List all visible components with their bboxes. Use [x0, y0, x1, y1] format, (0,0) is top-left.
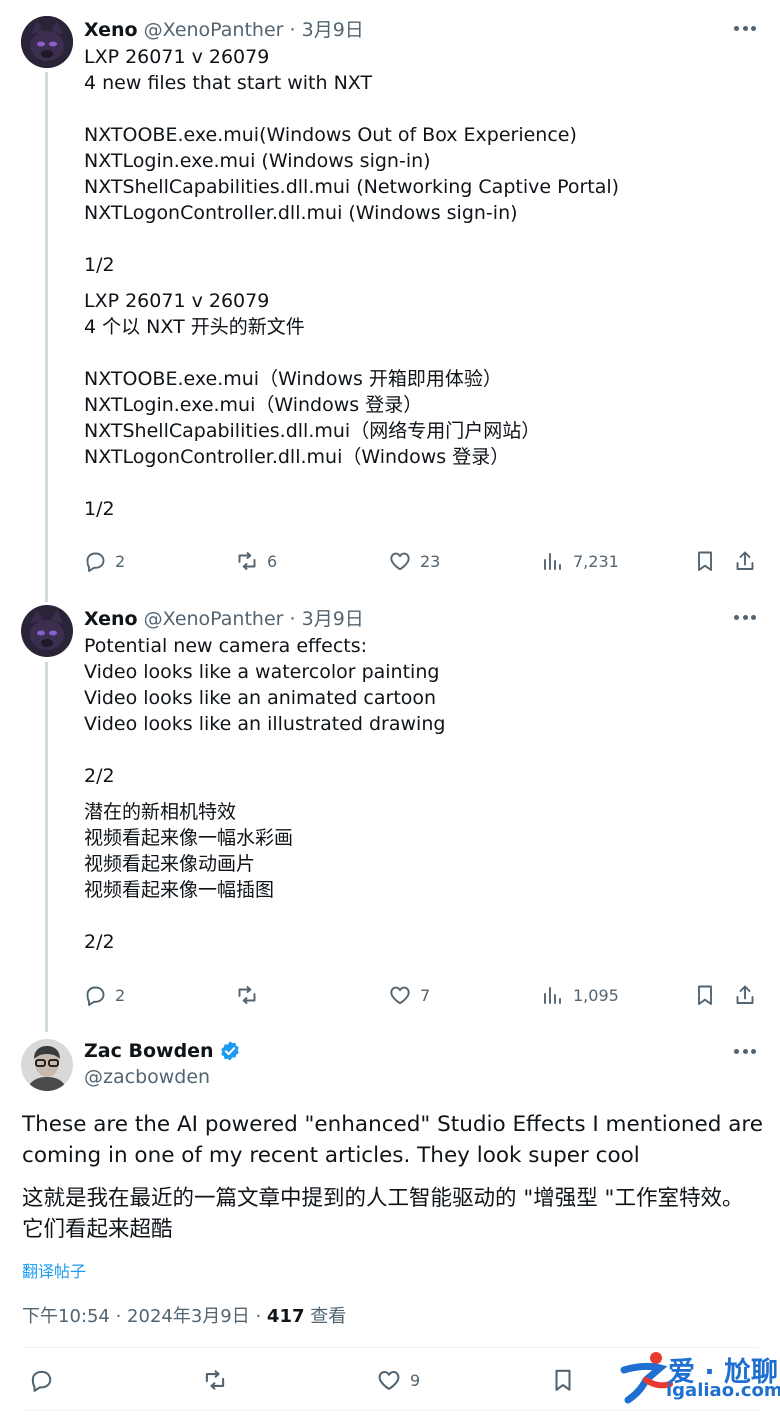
tweet-meta: 下午10:54 · 2024年3月9日 · 417 查看 [22, 1302, 346, 1328]
views-icon [544, 553, 561, 570]
like-button[interactable]: 7 [388, 983, 430, 1007]
tweet-date[interactable]: 3月9日 [302, 608, 364, 630]
retweet-count: 6 [267, 551, 278, 571]
share-icon [736, 985, 754, 1004]
separator-dot: · [289, 19, 296, 41]
share-button[interactable] [733, 983, 757, 1007]
reply-icon [31, 1370, 52, 1392]
bookmark-button[interactable] [693, 983, 717, 1007]
retweet-icon [238, 986, 256, 1004]
views-button[interactable]: 7,231 [541, 549, 619, 573]
display-name[interactable]: Xeno [84, 608, 138, 630]
more-icon[interactable] [734, 23, 756, 33]
like-icon [390, 986, 410, 1005]
retweet-button[interactable] [235, 983, 267, 1007]
tweet-text: These are the AI powered "enhanced" Stud… [22, 1112, 763, 1168]
bookmark-button[interactable] [550, 1367, 576, 1393]
tweet-text: Potential new camera effects: Video look… [84, 635, 446, 787]
views-label: 查看 [304, 1306, 347, 1327]
avatar-image [21, 605, 73, 657]
handle[interactable]: @XenoPanther [144, 608, 284, 630]
reply-button[interactable]: 2 [83, 983, 125, 1007]
handle[interactable]: @XenoPanther [144, 19, 284, 41]
tweet-timestamp[interactable]: 下午10:54 · 2024年3月9日 · [22, 1306, 267, 1327]
tweet-translation: 潜在的新相机特效 视频看起来像一幅水彩画 视频看起来像动画片 视频看起来像一幅插… [84, 801, 294, 953]
tweet-header: Xeno @XenoPanther · 3月9日 [84, 604, 364, 631]
reply-button[interactable] [28, 1367, 54, 1393]
views-button[interactable]: 1,095 [541, 983, 619, 1007]
translate-post-link[interactable]: 翻译帖子 [22, 1258, 86, 1282]
tweet-text: LXP 26071 v 26079 4 new files that start… [84, 46, 620, 276]
bookmark-button[interactable] [693, 549, 717, 573]
views-count: 7,231 [573, 551, 619, 571]
more-icon[interactable] [734, 1046, 756, 1056]
reply-icon [86, 986, 105, 1006]
tweet-translation: 这就是我在最近的一篇文章中提到的人工智能驱动的 "增强型 "工作室特效。 它们看… [22, 1186, 744, 1242]
reply-icon [86, 552, 105, 572]
reply-count: 2 [115, 551, 126, 571]
tweet-translation: LXP 26071 v 26079 4 个以 NXT 开头的新文件 NXTOOB… [84, 290, 541, 520]
like-count: 9 [410, 1370, 421, 1390]
share-button[interactable] [733, 549, 757, 573]
display-name[interactable]: Xeno [84, 19, 138, 41]
more-icon[interactable] [734, 612, 756, 622]
author-name[interactable]: Zac Bowden [84, 1040, 241, 1062]
share-icon [736, 551, 754, 570]
bookmark-icon [698, 985, 712, 1005]
avatar[interactable] [21, 16, 73, 68]
like-count: 23 [420, 551, 441, 571]
bookmark-icon [555, 1369, 571, 1391]
reply-button[interactable]: 2 [83, 549, 125, 573]
bookmark-icon [698, 551, 712, 571]
retweet-icon [238, 552, 256, 570]
like-icon [378, 1370, 400, 1390]
views-count: 1,095 [573, 985, 619, 1005]
avatar[interactable] [21, 1039, 73, 1091]
view-count: 417 [266, 1306, 305, 1327]
like-button[interactable]: 9 [376, 1367, 420, 1393]
thread-line [45, 72, 48, 602]
watermark-line2: igaliao.com [666, 1380, 780, 1401]
tweet-header: Xeno @XenoPanther · 3月9日 [84, 15, 364, 42]
verified-badge-icon [220, 1041, 239, 1061]
tweet-date[interactable]: 3月9日 [302, 19, 364, 41]
separator-dot: · [289, 608, 296, 630]
avatar[interactable] [21, 605, 73, 657]
retweet-button[interactable]: 6 [235, 549, 277, 573]
divider [22, 1410, 758, 1411]
watermark-logo: 爱 · 尬聊 igaliao.com [616, 1350, 780, 1408]
reply-count: 2 [115, 985, 126, 1005]
avatar-image [21, 16, 73, 68]
retweet-icon [205, 1370, 225, 1390]
thread-line [45, 662, 48, 1032]
retweet-button[interactable] [202, 1367, 228, 1393]
avatar-image [21, 1039, 73, 1091]
like-icon [390, 552, 410, 571]
divider [22, 1347, 758, 1348]
views-icon [544, 987, 561, 1004]
like-count: 7 [420, 985, 431, 1005]
like-button[interactable]: 23 [388, 549, 440, 573]
display-name: Zac Bowden [84, 1040, 214, 1062]
handle[interactable]: @zacbowden [84, 1066, 210, 1088]
